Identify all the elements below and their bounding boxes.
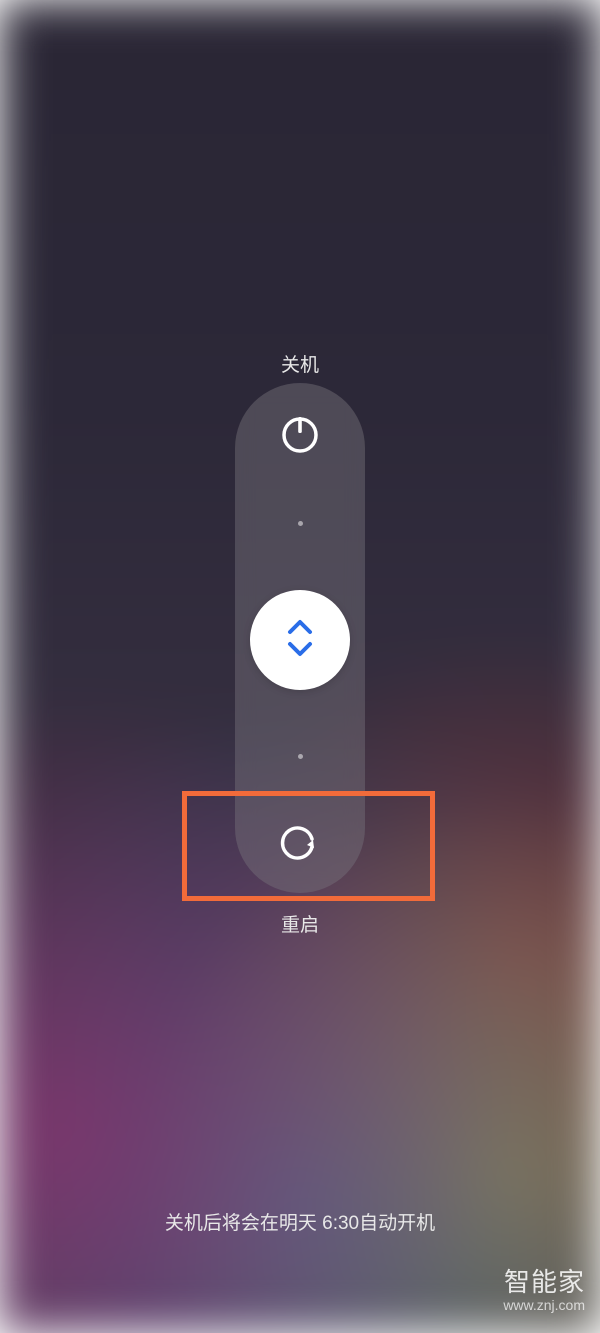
watermark-url: www.znj.com bbox=[503, 1297, 585, 1313]
slider-dot-top bbox=[298, 521, 303, 526]
slider-arrows-icon bbox=[282, 617, 318, 664]
auto-poweron-hint: 关机后将会在明天 6:30自动开机 bbox=[165, 1208, 435, 1235]
restart-label: 重启 bbox=[281, 910, 319, 937]
restart-icon[interactable] bbox=[280, 823, 320, 863]
power-menu-container: 关机 bbox=[0, 0, 600, 1333]
slider-dot-bottom bbox=[298, 754, 303, 759]
slider-handle[interactable] bbox=[250, 590, 350, 690]
watermark-title: 智能家 bbox=[503, 1262, 585, 1299]
shutdown-label: 关机 bbox=[281, 350, 319, 377]
power-slider-pill[interactable] bbox=[235, 383, 365, 893]
power-icon[interactable] bbox=[278, 413, 322, 457]
watermark: 智能家 www.znj.com bbox=[503, 1262, 585, 1313]
